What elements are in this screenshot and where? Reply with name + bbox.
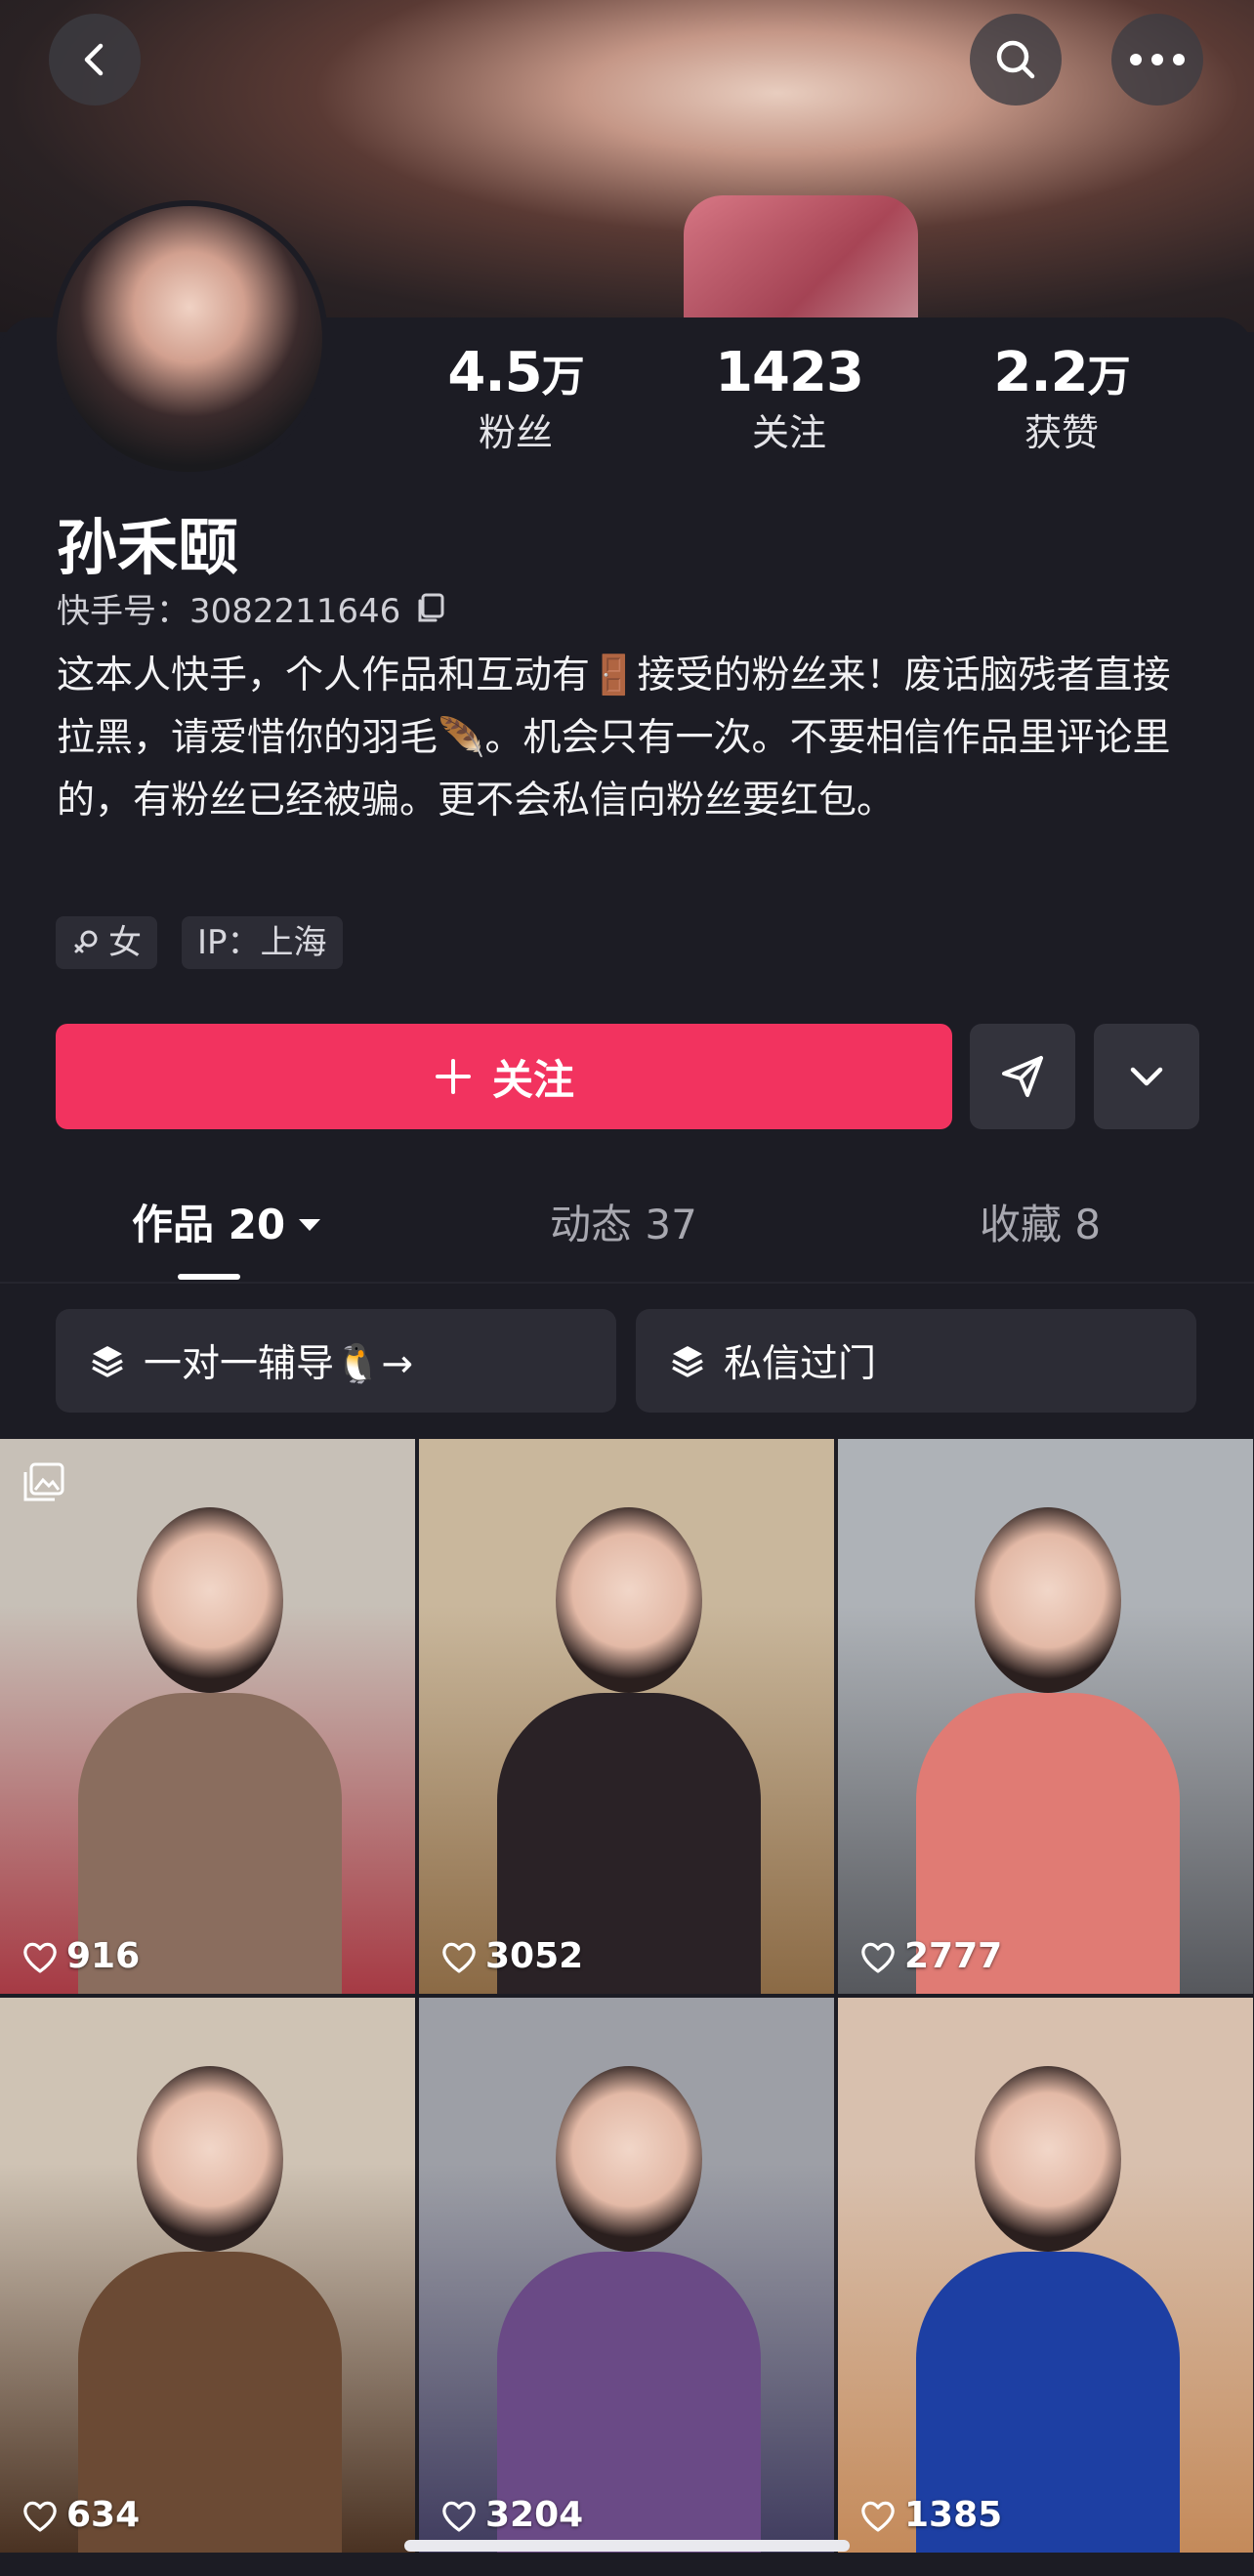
like-count-text: 3052 [485, 1936, 584, 1976]
profile-bio: 这本人快手，个人作品和互动有🚪接受的粉丝来！废话脑残者直接拉黑，请爱惜你的羽毛🪶… [57, 654, 1171, 823]
heart-icon [23, 2501, 57, 2532]
video-thumbnail[interactable]: 2777 [838, 1439, 1253, 1994]
video-thumbnail[interactable]: 3204 [419, 1998, 834, 2553]
stat-label: 粉丝 [478, 411, 553, 454]
send-icon [1002, 1056, 1043, 1097]
thumbnail-figure [137, 2066, 283, 2252]
stat-value: 1423 [715, 341, 864, 404]
ip-tag: IP：上海 [182, 916, 343, 969]
chip-tutoring-label: 一对一辅导🐧→ [144, 1342, 414, 1386]
heart-icon [442, 2501, 476, 2532]
video-thumbnail[interactable]: 1385 [838, 1998, 1253, 2553]
tab-moments[interactable]: 动态 37 [550, 1196, 697, 1254]
heart-icon [861, 1942, 895, 1973]
thumbnail-figure [556, 2066, 702, 2252]
stat-followers[interactable]: 4.5万 粉丝 [403, 342, 628, 457]
home-indicator [404, 2540, 850, 2552]
back-button[interactable] [49, 14, 141, 106]
like-count-text: 634 [66, 2495, 141, 2535]
like-count: 3204 [440, 2495, 583, 2535]
expand-button[interactable] [1094, 1024, 1199, 1129]
copy-icon[interactable] [414, 592, 447, 625]
like-count: 1385 [859, 2495, 1002, 2535]
like-count: 3052 [440, 1936, 583, 1976]
stat-value: 2.2 [993, 341, 1088, 404]
like-count-text: 1385 [904, 2495, 1003, 2535]
kuaishou-id-text: 快手号：3082211646 [57, 592, 401, 631]
stat-value: 4.5 [447, 341, 542, 404]
kuaishou-id: 快手号：3082211646 [57, 584, 447, 632]
heart-icon [442, 1942, 476, 1973]
message-button[interactable] [970, 1024, 1075, 1129]
video-thumbnail[interactable]: 916 [0, 1439, 415, 1994]
caret-down-icon [299, 1219, 321, 1231]
thumbnail-figure [137, 1507, 283, 1693]
thumbnail-figure [556, 1507, 702, 1693]
tab-works[interactable]: 作品 20 [132, 1196, 322, 1254]
avatar[interactable] [51, 200, 328, 478]
heart-icon [23, 1942, 57, 1973]
like-count-text: 3204 [485, 2495, 584, 2535]
chip-dm[interactable]: 私信过门 [636, 1309, 1196, 1413]
follow-label: 关注 [491, 1055, 574, 1104]
gender-tag-text: 女 [108, 923, 142, 962]
back-chevron-icon [84, 43, 104, 76]
layers-icon [672, 1346, 703, 1377]
active-tab-indicator [178, 1274, 240, 1280]
profile-name: 孙禾颐 [57, 512, 239, 583]
layers-icon [92, 1346, 123, 1377]
stat-likes[interactable]: 2.2万 获赞 [949, 342, 1174, 457]
chip-tutoring[interactable]: 一对一辅导🐧→ [56, 1309, 616, 1413]
stat-label: 获赞 [1024, 411, 1099, 454]
thumbnail-figure [975, 2066, 1121, 2252]
tab-divider [0, 1282, 1254, 1284]
stat-following[interactable]: 1423 关注 [677, 342, 901, 457]
like-count: 916 [21, 1936, 140, 1976]
stat-unit: 万 [1087, 352, 1131, 401]
stat-label: 关注 [751, 411, 826, 454]
video-thumbnail[interactable]: 634 [0, 1998, 415, 2553]
plus-icon [435, 1059, 471, 1094]
more-dots-icon [1130, 54, 1185, 65]
gallery-icon [21, 1460, 66, 1509]
tab-works-label: 作品 20 [132, 1201, 286, 1248]
video-thumbnail[interactable]: 3052 [419, 1439, 834, 1994]
chevron-down-icon [1130, 1067, 1163, 1086]
search-button[interactable] [970, 14, 1062, 106]
gender-tag: 女 [56, 916, 157, 969]
chip-dm-label: 私信过门 [724, 1342, 877, 1386]
follow-button[interactable]: 关注 [56, 1024, 952, 1129]
like-count: 2777 [859, 1936, 1002, 1976]
ip-tag-text: IP：上海 [197, 923, 327, 962]
more-button[interactable] [1111, 14, 1203, 106]
thumbnail-figure [975, 1507, 1121, 1693]
heart-icon [861, 2501, 895, 2532]
like-count-text: 916 [66, 1936, 141, 1976]
like-count: 634 [21, 2495, 140, 2535]
tab-favorites[interactable]: 收藏 8 [980, 1196, 1101, 1254]
stat-unit: 万 [541, 352, 585, 401]
female-icon [74, 930, 98, 953]
like-count-text: 2777 [904, 1936, 1003, 1976]
search-icon [996, 40, 1035, 79]
